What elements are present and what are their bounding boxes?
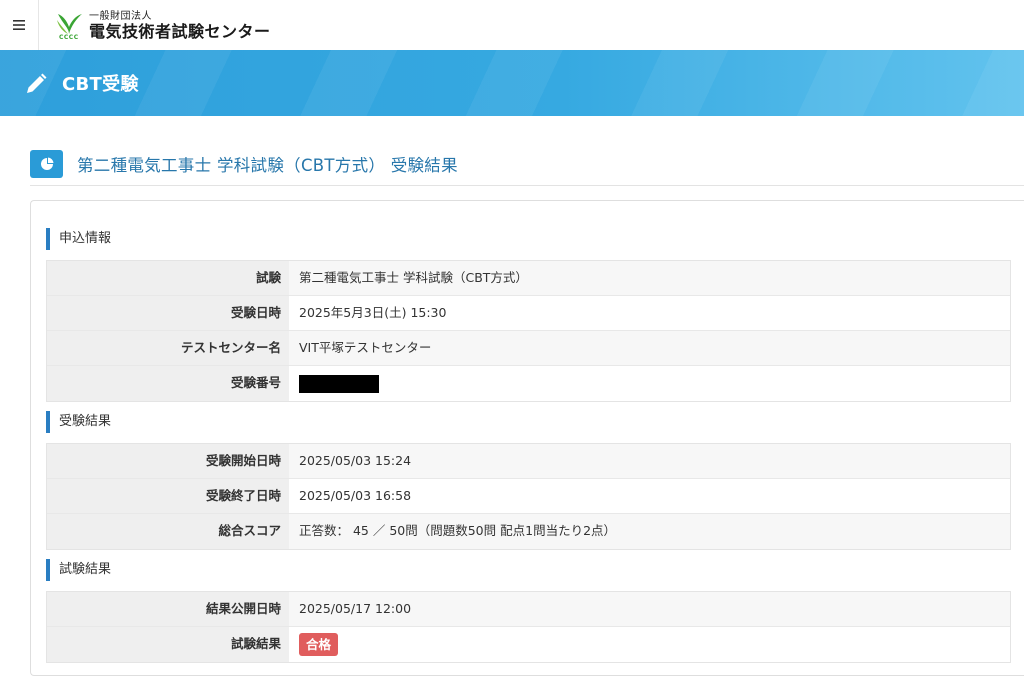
table-row: 受験番号 bbox=[47, 366, 1010, 401]
table-row: テストセンター名 VIT平塚テストセンター bbox=[47, 331, 1010, 366]
row-value: 第二種電気工事士 学科試験（CBT方式） bbox=[289, 261, 1010, 295]
section-label-application: 申込情報 bbox=[46, 228, 111, 250]
row-value: 2025年5月3日(土) 15:30 bbox=[289, 296, 1010, 330]
row-value: 2025/05/17 12:00 bbox=[289, 592, 1010, 626]
row-label: 受験開始日時 bbox=[47, 444, 289, 478]
row-label: 結果公開日時 bbox=[47, 592, 289, 626]
result-card: 申込情報 試験 第二種電気工事士 学科試験（CBT方式） 受験日時 2025年5… bbox=[30, 200, 1024, 676]
row-label: 試験結果 bbox=[47, 627, 289, 662]
table-row: 総合スコア 正答数： 45 ／ 50問（問題数50問 配点1問当たり2点） bbox=[47, 514, 1010, 549]
result-table: 結果公開日時 2025/05/17 12:00 試験結果 合格 bbox=[46, 591, 1011, 663]
row-label: 試験 bbox=[47, 261, 289, 295]
row-value bbox=[289, 366, 1010, 401]
banner-decoration bbox=[0, 50, 1024, 116]
application-table: 試験 第二種電気工事士 学科試験（CBT方式） 受験日時 2025年5月3日(土… bbox=[46, 260, 1011, 402]
pencil-icon bbox=[27, 73, 47, 93]
row-value: 合格 bbox=[289, 627, 1010, 662]
pass-badge: 合格 bbox=[299, 633, 339, 656]
page-title: 第二種電気工事士 学科試験（CBT方式） 受験結果 bbox=[77, 156, 458, 175]
top-header: CCCC 一般財団法人 電気技術者試験センター bbox=[0, 0, 1024, 51]
hamburger-menu-button[interactable] bbox=[0, 0, 39, 50]
exam-table: 受験開始日時 2025/05/03 15:24 受験終了日時 2025/05/0… bbox=[46, 443, 1011, 550]
pie-chart-icon bbox=[30, 150, 63, 178]
section-label-exam: 受験結果 bbox=[46, 411, 111, 433]
logo-mark-text: CCCC bbox=[59, 34, 79, 41]
site-logo[interactable]: CCCC 一般財団法人 電気技術者試験センター bbox=[55, 8, 271, 44]
row-label: 受験番号 bbox=[47, 366, 289, 401]
logo-title: 電気技術者試験センター bbox=[89, 22, 271, 41]
row-label: 総合スコア bbox=[47, 514, 289, 549]
page-banner: CBT受験 bbox=[0, 50, 1024, 116]
table-row: 結果公開日時 2025/05/17 12:00 bbox=[47, 592, 1010, 627]
logo-leaf-icon: CCCC bbox=[55, 10, 83, 42]
row-value: 正答数： 45 ／ 50問（問題数50問 配点1問当たり2点） bbox=[289, 514, 1010, 549]
row-label: テストセンター名 bbox=[47, 331, 289, 365]
table-row: 試験 第二種電気工事士 学科試験（CBT方式） bbox=[47, 261, 1010, 296]
section-label-result: 試験結果 bbox=[46, 559, 111, 581]
hamburger-icon bbox=[13, 20, 25, 30]
page-heading: 第二種電気工事士 学科試験（CBT方式） 受験結果 bbox=[30, 148, 1024, 186]
redacted-exam-number bbox=[299, 374, 379, 393]
table-row: 受験日時 2025年5月3日(土) 15:30 bbox=[47, 296, 1010, 331]
table-row: 受験終了日時 2025/05/03 16:58 bbox=[47, 479, 1010, 514]
row-value: 2025/05/03 15:24 bbox=[289, 444, 1010, 478]
row-label: 受験終了日時 bbox=[47, 479, 289, 513]
row-label: 受験日時 bbox=[47, 296, 289, 330]
logo-subtitle: 一般財団法人 bbox=[89, 11, 152, 22]
table-row: 受験開始日時 2025/05/03 15:24 bbox=[47, 444, 1010, 479]
banner-title: CBT受験 bbox=[62, 74, 139, 95]
row-value: VIT平塚テストセンター bbox=[289, 331, 1010, 365]
table-row: 試験結果 合格 bbox=[47, 627, 1010, 662]
row-value: 2025/05/03 16:58 bbox=[289, 479, 1010, 513]
